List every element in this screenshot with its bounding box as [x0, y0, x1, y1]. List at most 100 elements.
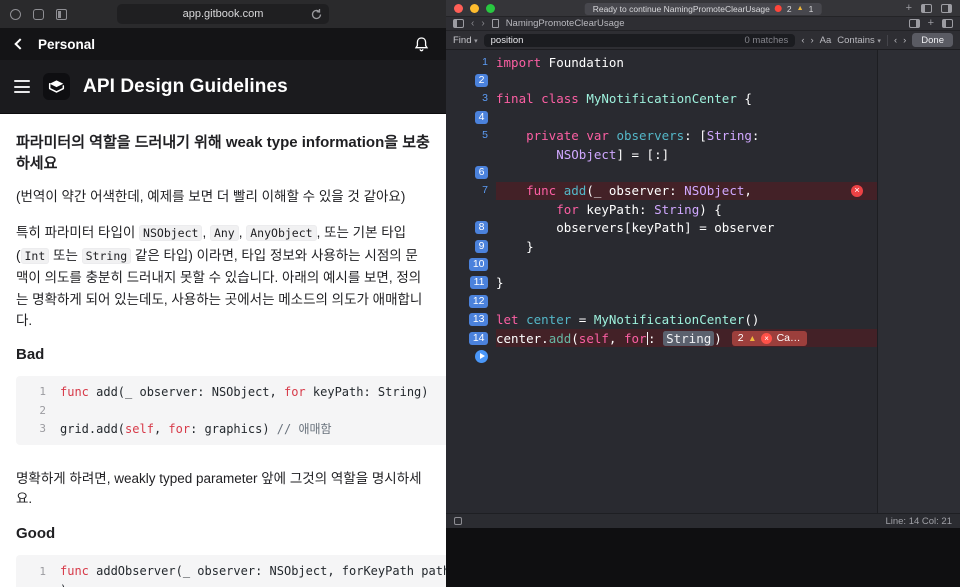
gutter: 8 — [446, 221, 496, 235]
code-line: 8 observers[keyPath] = observer — [446, 219, 877, 237]
line-number: 1 — [39, 385, 46, 399]
nav-title: Personal — [38, 36, 96, 52]
back-chevron-icon[interactable] — [14, 35, 26, 53]
inspector-panel-icon[interactable] — [941, 3, 952, 13]
address-bar[interactable]: app.gitbook.com — [117, 4, 329, 24]
code-line — [446, 347, 877, 365]
code-text: func add (_ observer: NSObject, — [496, 181, 877, 201]
gutter: 3 — [446, 92, 496, 105]
line-number: 7 — [482, 184, 488, 197]
menu-icon[interactable] — [14, 80, 30, 93]
find-previous-button[interactable]: ‹ — [894, 35, 897, 46]
code-line: 6 — [446, 163, 877, 181]
text-span: 파라미터의 역할을 드러내기 위해 — [16, 134, 226, 151]
split-editor-icon[interactable] — [942, 19, 953, 28]
text-span: 또는 — [49, 247, 82, 263]
add-tab-icon[interactable]: + — [906, 2, 912, 14]
editor-area: 1 import Foundation 2 3 final class MyNotifi… — [446, 50, 960, 513]
window-close-button[interactable] — [454, 3, 463, 13]
space-header: API Design Guidelines — [0, 60, 446, 114]
article-content: 파라미터의 역할을 드러내기 위해 weak type information을… — [0, 114, 446, 587]
match-case-button[interactable]: Aa — [820, 35, 832, 46]
sidebar-icon[interactable] — [56, 8, 67, 20]
build-status-text: Ready to continue NamingPromoteClearUsag… — [592, 3, 770, 14]
debug-console[interactable] — [446, 528, 960, 587]
navigator-panel-icon[interactable] — [921, 3, 932, 13]
error-badge[interactable]: 2 ▲ × Ca… — [731, 330, 807, 346]
line-number: 11 — [470, 276, 488, 290]
window-zoom-button[interactable] — [486, 3, 495, 13]
bad-section-label: Bad — [16, 345, 45, 363]
gutter: 1 — [446, 56, 496, 69]
line-number: 1 — [482, 55, 488, 68]
code-text: NSObject] = [:] — [556, 146, 670, 162]
line-number: 5 — [482, 129, 488, 142]
titlebar-actions: + — [906, 2, 952, 14]
gutter: 2 — [28, 404, 46, 417]
gutter: 7 — [446, 184, 496, 197]
warning-icon[interactable]: ▲ — [797, 5, 804, 12]
source-editor[interactable]: 1 import Foundation 2 3 final class MyNotifi… — [446, 50, 877, 513]
minimap-icon[interactable] — [908, 19, 920, 28]
error-count[interactable]: 2 — [787, 4, 792, 14]
previous-match-button[interactable]: ‹ — [801, 35, 804, 46]
article-paragraph: 특히 파라미터 타입이 NSObject, Any, AnyObject, 또는… — [16, 222, 430, 332]
xcode-window: Ready to continue NamingPromoteClearUsag… — [446, 0, 960, 587]
gitbook-logo[interactable] — [43, 73, 70, 100]
breakpoint-icon[interactable] — [454, 517, 462, 525]
gutter: 1 — [28, 565, 46, 578]
cursor-position: Line: 14 Col: 21 — [885, 515, 952, 527]
play-button[interactable] — [475, 349, 488, 363]
done-button[interactable]: Done — [912, 33, 953, 47]
browser-window: app.gitbook.com Personal API Design Guid… — [0, 0, 446, 587]
sidebar-toggle-icon[interactable] — [453, 19, 464, 28]
text-span: weak type information — [225, 134, 385, 151]
code-line: 12 — [446, 292, 877, 310]
code-text: } — [496, 238, 534, 254]
warning-icon: ▲ — [748, 333, 757, 344]
code-line: 3 final class MyNotificationCenter { — [446, 90, 877, 108]
article-middle-text: 명확하게 하려면, weakly typed parameter 앞에 그것의 … — [16, 471, 422, 506]
find-bar: Find ▾ position 0 matches ‹ › Aa Contain… — [446, 31, 960, 50]
editor-actions: + — [908, 18, 953, 29]
inline-code: NSObject — [139, 225, 203, 241]
code-text: private var observers: [String: — [526, 128, 760, 144]
find-next-button[interactable]: › — [903, 35, 906, 46]
code-text: center. add(self, for: String) 2 ▲ × Ca… — [496, 328, 877, 348]
window-minimize-button[interactable] — [470, 3, 479, 13]
line-number: 6 — [475, 166, 488, 180]
good-section-label: Good — [16, 525, 56, 542]
new-window-icon[interactable] — [33, 8, 44, 20]
contains-dropdown[interactable]: Contains ▾ — [837, 35, 881, 46]
forward-chevron-icon[interactable]: › — [481, 18, 484, 29]
line-number: 1 — [39, 564, 46, 578]
bell-icon[interactable] — [413, 36, 430, 53]
editor-status-bar: Line: 14 Col: 21 — [446, 513, 960, 528]
error-count-icon[interactable] — [774, 5, 782, 12]
reload-icon[interactable] — [310, 8, 323, 21]
next-match-button[interactable]: › — [810, 35, 813, 46]
tab-overview-icon[interactable] — [10, 8, 21, 20]
xcode-tab-bar: ‹ › NamingPromoteClearUsage + — [446, 17, 960, 31]
code-line: ) — [28, 581, 446, 587]
back-chevron-icon[interactable]: ‹ — [471, 18, 474, 29]
code-text: ) — [60, 583, 67, 587]
xcode-titlebar: Ready to continue NamingPromoteClearUsag… — [446, 0, 960, 17]
line-number: 9 — [475, 239, 488, 253]
add-editor-icon[interactable]: + — [928, 18, 934, 29]
match-count: 0 matches — [744, 34, 789, 46]
playground-results-sidebar — [877, 50, 960, 513]
code-block-good: 1 func addObserver(_ observer: NSObject, … — [16, 555, 446, 587]
find-dropdown[interactable]: Find ▾ — [453, 35, 478, 46]
inline-code: Any — [209, 225, 239, 241]
find-input[interactable]: position 0 matches — [483, 33, 796, 47]
warning-count[interactable]: 1 — [809, 4, 814, 14]
gutter: 3 — [28, 422, 46, 435]
tab-title[interactable]: NamingPromoteClearUsage — [506, 18, 625, 29]
code-text: observers[keyPath] = observer — [496, 220, 775, 236]
error-icon[interactable]: × — [851, 184, 863, 197]
